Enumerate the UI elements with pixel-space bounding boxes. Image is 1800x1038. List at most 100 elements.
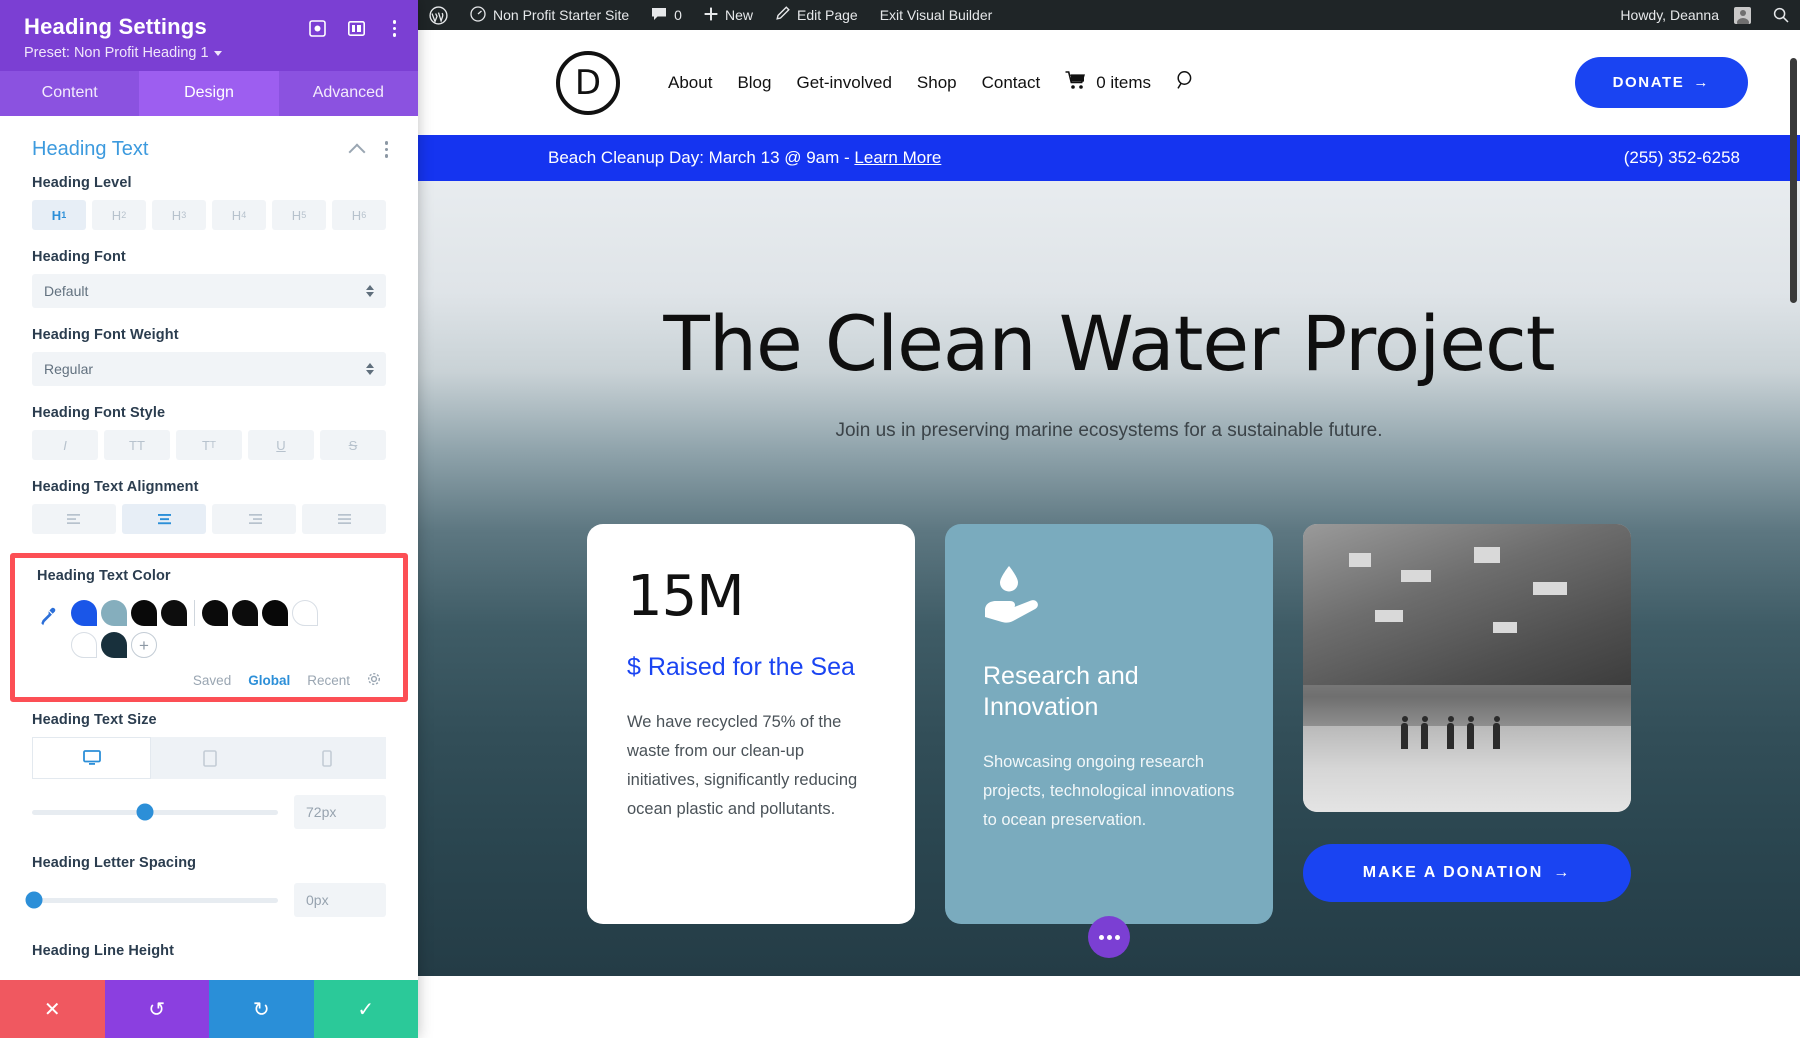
heading-level-h2[interactable]: H2 — [92, 200, 146, 230]
chevron-up-icon[interactable] — [348, 143, 365, 160]
heading-level-h3[interactable]: H3 — [152, 200, 206, 230]
desktop-icon[interactable] — [32, 737, 151, 779]
heading-level-h5[interactable]: H5 — [272, 200, 326, 230]
heading-text-size-value[interactable]: 72px — [294, 795, 386, 829]
cart-label: 0 items — [1096, 73, 1151, 93]
color-swatch[interactable] — [262, 600, 288, 626]
edit-page-menu[interactable]: Edit Page — [764, 0, 869, 30]
align-justify-icon[interactable] — [302, 504, 386, 534]
site-name-menu[interactable]: Non Profit Starter Site — [459, 0, 640, 30]
nav-item-get-involved[interactable]: Get-involved — [796, 73, 891, 93]
comment-icon — [651, 7, 667, 24]
tab-design[interactable]: Design — [139, 71, 278, 116]
photo-card[interactable]: MAKE A DONATION → — [1303, 524, 1631, 924]
hero-section: The Clean Water Project Join us in prese… — [418, 181, 1800, 976]
swatch-tab-global[interactable]: Global — [248, 673, 290, 688]
focus-icon[interactable] — [309, 20, 326, 37]
heading-level-h4[interactable]: H4 — [212, 200, 266, 230]
heading-level-h6[interactable]: H6 — [332, 200, 386, 230]
field-heading-font-style: Heading Font Style I TT TT U S — [0, 405, 418, 460]
close-button[interactable]: ✕ — [0, 980, 105, 1038]
comments-count: 0 — [674, 7, 682, 23]
comments-menu[interactable]: 0 — [640, 0, 693, 30]
align-left-icon[interactable] — [32, 504, 116, 534]
heading-letter-spacing-value[interactable]: 0px — [294, 883, 386, 917]
font-style-underline[interactable]: U — [248, 430, 314, 460]
site-logo[interactable]: D — [556, 51, 620, 115]
stat-number: 15M — [627, 564, 875, 629]
color-swatch-row-1 — [71, 600, 381, 626]
howdy-menu[interactable]: Howdy, Deanna — [1609, 0, 1762, 30]
add-color-button[interactable]: + — [131, 632, 157, 658]
font-style-smallcaps[interactable]: TT — [176, 430, 242, 460]
heading-font-style-label: Heading Font Style — [32, 405, 386, 421]
save-button[interactable]: ✓ — [314, 980, 419, 1038]
layout-icon[interactable] — [348, 21, 365, 36]
color-swatch[interactable] — [161, 600, 187, 626]
font-style-uppercase[interactable]: TT — [104, 430, 170, 460]
donate-button[interactable]: DONATE → — [1575, 57, 1748, 108]
gear-icon[interactable] — [367, 672, 381, 689]
search-icon[interactable] — [1762, 0, 1800, 30]
exit-visual-builder[interactable]: Exit Visual Builder — [869, 0, 1004, 30]
feature-card-title: Research and Innovation — [983, 661, 1235, 722]
eyedropper-icon[interactable] — [37, 600, 71, 631]
heading-font-weight-select[interactable]: Regular — [32, 352, 386, 386]
wordpress-admin-bar: Non Profit Starter Site 0 New Edit Page … — [418, 0, 1800, 30]
hero-heading[interactable]: The Clean Water Project — [418, 181, 1800, 388]
heading-letter-spacing-slider[interactable] — [32, 898, 278, 903]
color-swatch[interactable] — [71, 632, 97, 658]
nav-item-contact[interactable]: Contact — [982, 73, 1041, 93]
announcement-link[interactable]: Learn More — [854, 148, 941, 167]
color-swatch[interactable] — [131, 600, 157, 626]
swatch-tab-recent[interactable]: Recent — [307, 673, 350, 688]
align-center-icon[interactable] — [122, 504, 206, 534]
color-swatch[interactable] — [71, 600, 97, 626]
edit-page-label: Edit Page — [797, 7, 858, 23]
stat-card[interactable]: 15M $ Raised for the Sea We have recycle… — [587, 524, 915, 924]
nav-item-about[interactable]: About — [668, 73, 712, 93]
announcement-phone[interactable]: (255) 352-6258 — [1624, 148, 1740, 168]
panel-preset[interactable]: Preset: Non Profit Heading 1 — [24, 45, 400, 61]
more-options-icon[interactable] — [1088, 916, 1130, 958]
nav-item-shop[interactable]: Shop — [917, 73, 957, 93]
new-menu[interactable]: New — [693, 0, 764, 30]
heading-level-h1[interactable]: H1 — [32, 200, 86, 230]
feature-card[interactable]: Research and Innovation Showcasing ongoi… — [945, 524, 1273, 924]
color-swatch[interactable] — [292, 600, 318, 626]
pencil-icon — [775, 6, 790, 24]
site-name-label: Non Profit Starter Site — [493, 7, 629, 23]
tablet-icon[interactable] — [151, 737, 268, 779]
kebab-menu-icon[interactable] — [387, 18, 403, 39]
heading-text-size-slider[interactable] — [32, 810, 278, 815]
swatch-divider — [194, 600, 195, 626]
swatch-tab-saved[interactable]: Saved — [193, 673, 231, 688]
tab-content[interactable]: Content — [0, 71, 139, 116]
font-style-strikethrough[interactable]: S — [320, 430, 386, 460]
color-swatch[interactable] — [232, 600, 258, 626]
undo-button[interactable]: ↺ — [105, 980, 210, 1038]
slider-knob[interactable] — [26, 892, 43, 909]
water-drop-hand-icon — [983, 564, 1235, 631]
cart-link[interactable]: 0 items — [1065, 71, 1151, 95]
nav-item-blog[interactable]: Blog — [737, 73, 771, 93]
heading-text-alignment-label: Heading Text Alignment — [32, 479, 386, 495]
heading-text-color-label: Heading Text Color — [37, 568, 381, 584]
color-swatch[interactable] — [101, 632, 127, 658]
search-icon[interactable] — [1176, 70, 1196, 95]
redo-button[interactable]: ↻ — [209, 980, 314, 1038]
font-style-italic[interactable]: I — [32, 430, 98, 460]
make-a-donation-button[interactable]: MAKE A DONATION → — [1303, 844, 1631, 902]
wordpress-icon[interactable] — [418, 0, 459, 30]
color-swatch[interactable] — [101, 600, 127, 626]
color-swatch[interactable] — [202, 600, 228, 626]
phone-icon[interactable] — [269, 737, 386, 779]
kebab-menu-icon[interactable] — [379, 139, 395, 160]
align-right-icon[interactable] — [212, 504, 296, 534]
tab-advanced[interactable]: Advanced — [279, 71, 418, 116]
panel-scrollbar[interactable] — [1790, 58, 1797, 303]
cart-icon — [1065, 71, 1087, 95]
slider-knob[interactable] — [137, 804, 154, 821]
heading-font-select[interactable]: Default — [32, 274, 386, 308]
hero-subtitle[interactable]: Join us in preserving marine ecosystems … — [418, 420, 1800, 442]
